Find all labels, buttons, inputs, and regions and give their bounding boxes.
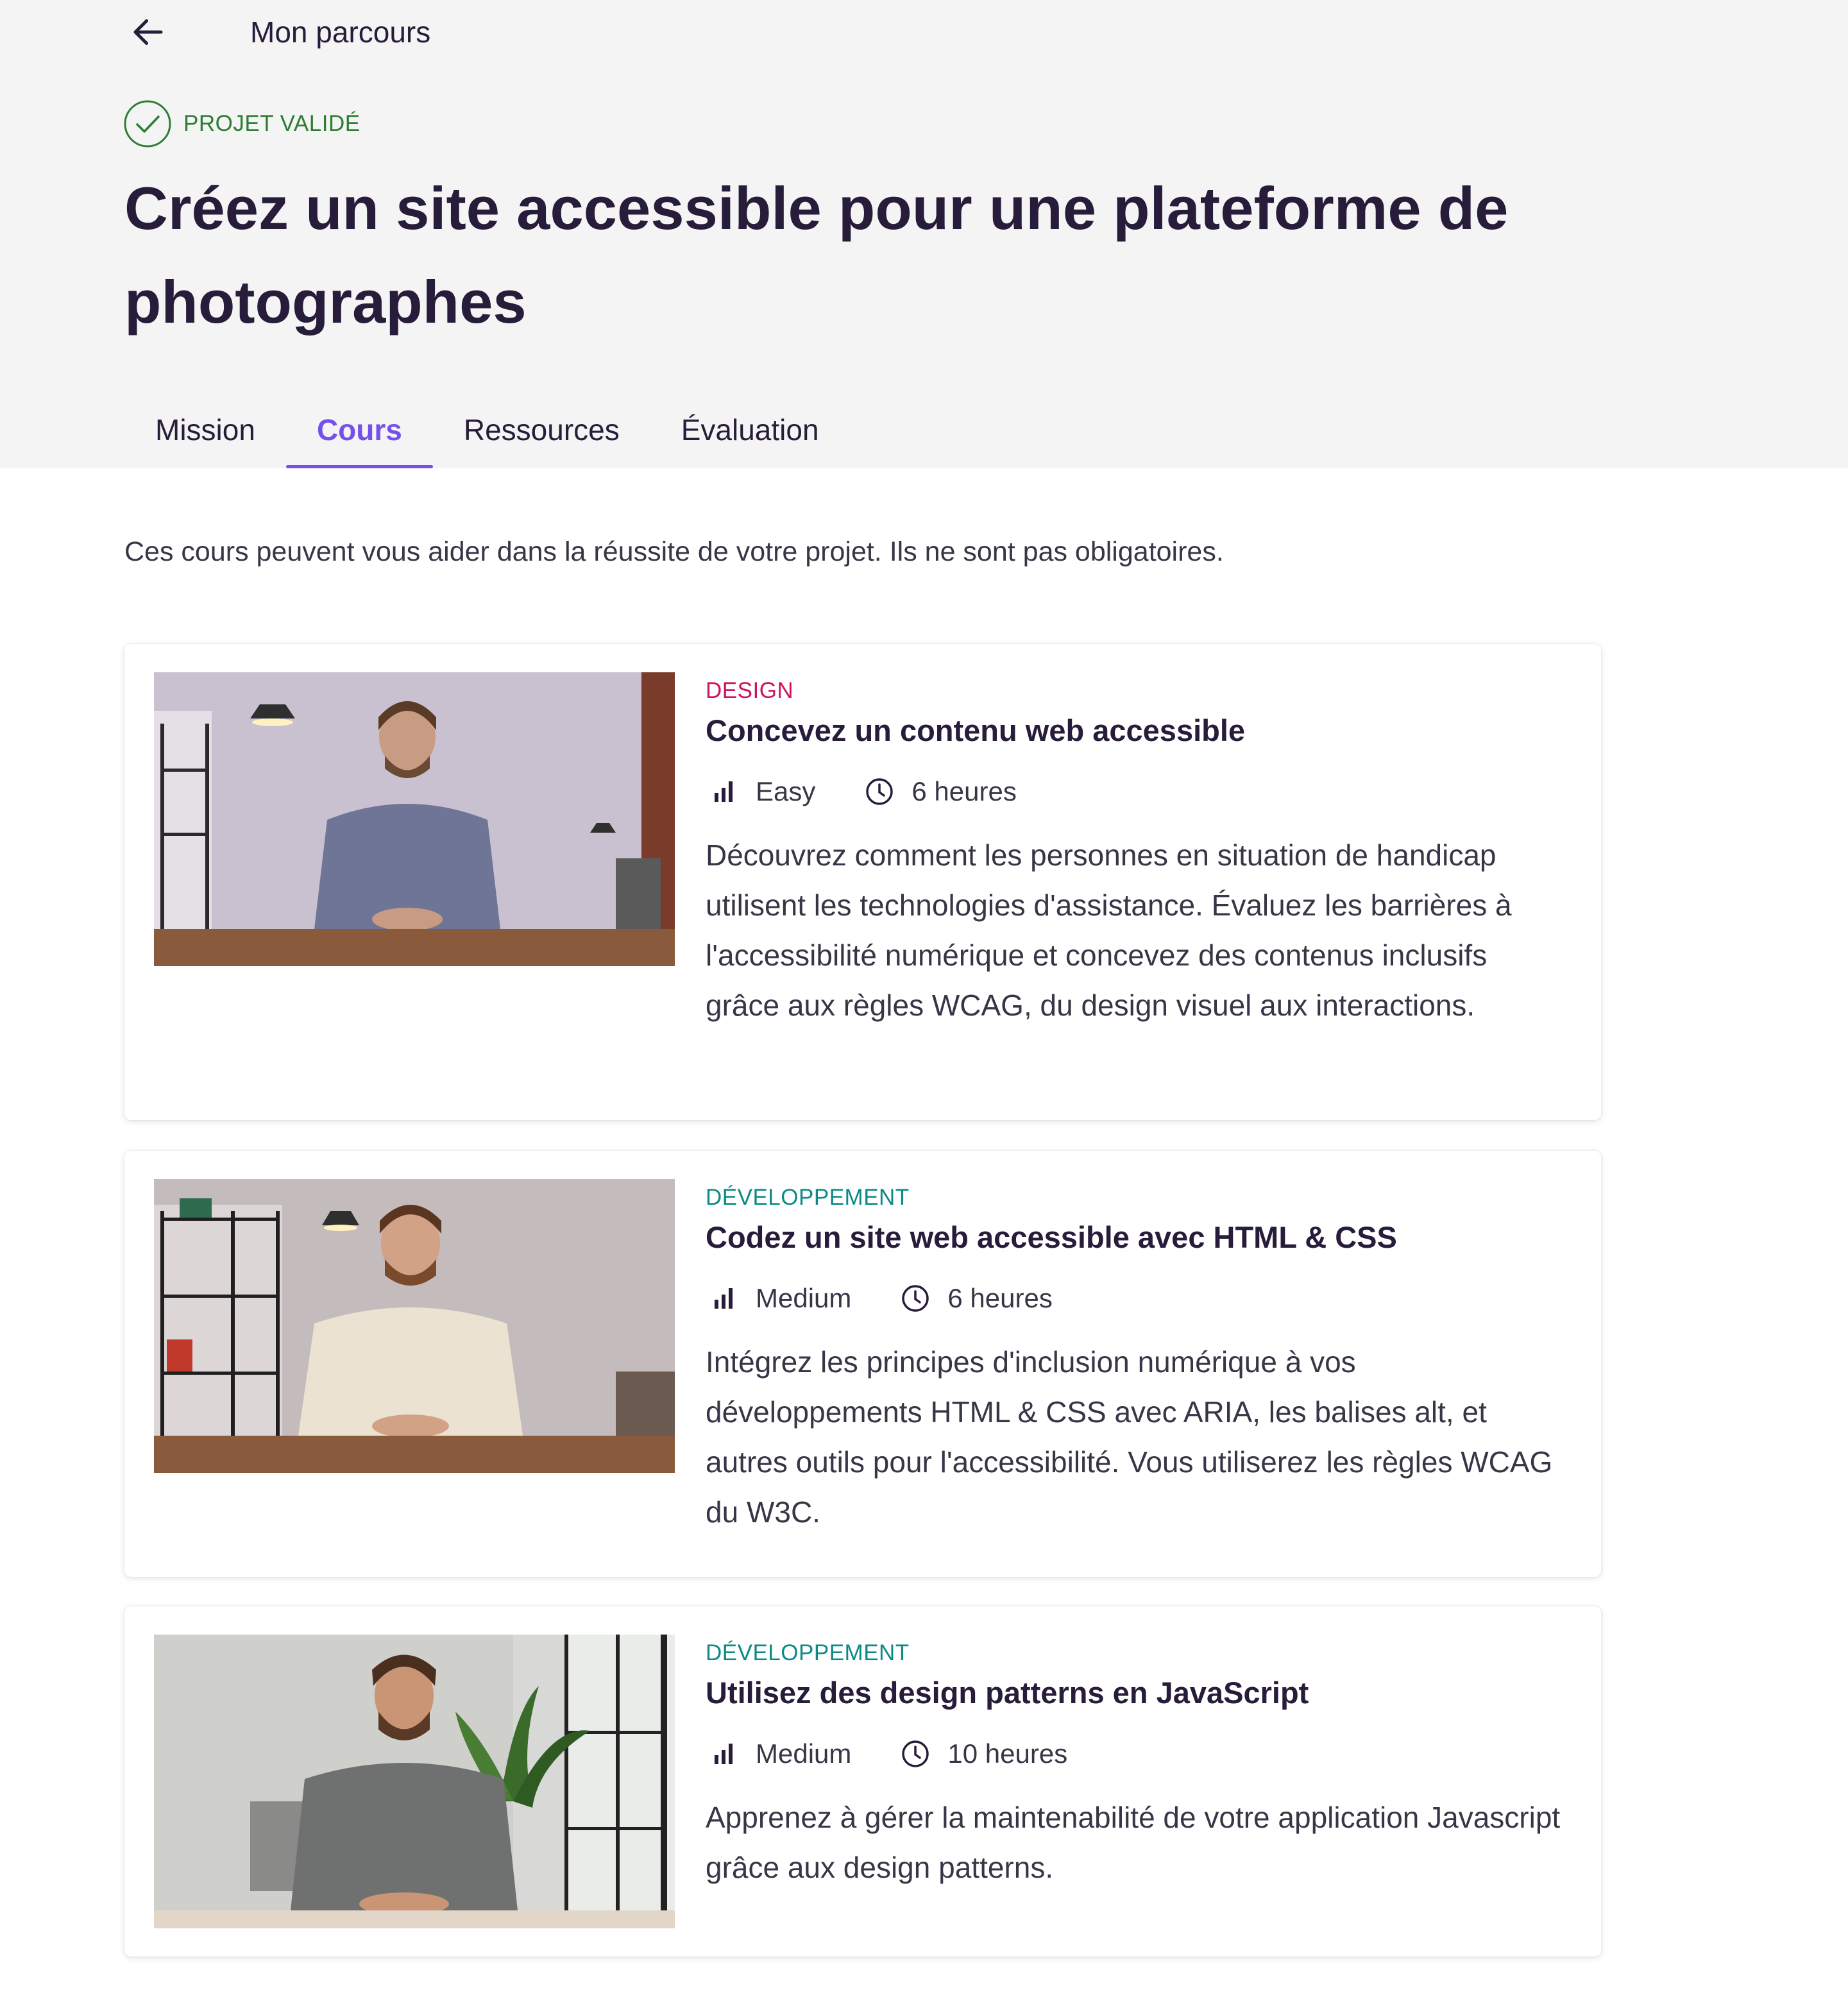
course-duration: 6 heures bbox=[911, 776, 1017, 806]
course-description: Apprenez à gérer la maintenabilité de vo… bbox=[706, 1801, 1561, 1884]
course-meta: Medium 6 heures bbox=[706, 1279, 1565, 1318]
check-circle-icon bbox=[123, 99, 172, 148]
course-level: Medium bbox=[756, 1738, 852, 1769]
course-description: Intégrez les principes d'inclusion numér… bbox=[706, 1345, 1553, 1529]
course-info: DESIGN Concevez un contenu web accessibl… bbox=[706, 674, 1565, 1030]
clock-icon bbox=[897, 1736, 933, 1772]
back-label[interactable]: Mon parcours bbox=[250, 15, 430, 49]
course-info: DÉVELOPPEMENT Utilisez des design patter… bbox=[706, 1636, 1565, 1892]
course-thumbnail[interactable] bbox=[154, 1179, 675, 1473]
course-title[interactable]: Concevez un contenu web accessible bbox=[706, 708, 1565, 753]
course-thumbnail[interactable] bbox=[154, 672, 675, 966]
page-header: Mon parcours PROJET VALIDÉ Créez un site… bbox=[0, 0, 1848, 468]
course-category: DÉVELOPPEMENT bbox=[706, 1185, 910, 1210]
intro-text: Ces cours peuvent vous aider dans la réu… bbox=[124, 536, 1224, 567]
course-duration: 6 heures bbox=[947, 1283, 1053, 1313]
course-card[interactable]: DÉVELOPPEMENT Codez un site web accessib… bbox=[124, 1151, 1601, 1577]
course-duration: 10 heures bbox=[947, 1738, 1068, 1769]
course-category: DESIGN bbox=[706, 678, 794, 703]
tab-cours[interactable]: Cours bbox=[285, 391, 433, 468]
course-info: DÉVELOPPEMENT Codez un site web accessib… bbox=[706, 1180, 1565, 1537]
difficulty-bars-icon bbox=[706, 774, 742, 810]
course-card[interactable]: DÉVELOPPEMENT Utilisez des design patter… bbox=[124, 1606, 1601, 1957]
course-level: Medium bbox=[756, 1283, 852, 1313]
course-thumbnail[interactable] bbox=[154, 1635, 675, 1928]
status-badge: PROJET VALIDÉ bbox=[123, 99, 360, 148]
course-card[interactable]: DESIGN Concevez un contenu web accessibl… bbox=[124, 644, 1601, 1120]
course-meta: Easy 6 heures bbox=[706, 772, 1565, 811]
difficulty-bars-icon bbox=[706, 1280, 742, 1316]
course-category: DÉVELOPPEMENT bbox=[706, 1640, 910, 1665]
back-link[interactable]: Mon parcours bbox=[126, 6, 430, 58]
page-title: Créez un site accessible pour une platef… bbox=[124, 174, 1509, 336]
course-meta: Medium 10 heures bbox=[706, 1735, 1565, 1773]
tab-ressources[interactable]: Ressources bbox=[433, 391, 650, 468]
clock-icon bbox=[861, 774, 897, 810]
tab-evaluation[interactable]: Évaluation bbox=[650, 391, 850, 468]
tab-mission[interactable]: Mission bbox=[124, 391, 286, 468]
tab-bar: Mission Cours Ressources Évaluation bbox=[124, 391, 850, 468]
course-description: Découvrez comment les personnes en situa… bbox=[706, 838, 1512, 1022]
status-label: PROJET VALIDÉ bbox=[183, 111, 360, 136]
clock-icon bbox=[897, 1280, 933, 1316]
arrow-left-icon[interactable] bbox=[126, 10, 171, 55]
course-level: Easy bbox=[756, 776, 816, 806]
difficulty-bars-icon bbox=[706, 1736, 742, 1772]
course-title[interactable]: Codez un site web accessible avec HTML &… bbox=[706, 1215, 1565, 1260]
course-title[interactable]: Utilisez des design patterns en JavaScri… bbox=[706, 1670, 1565, 1715]
